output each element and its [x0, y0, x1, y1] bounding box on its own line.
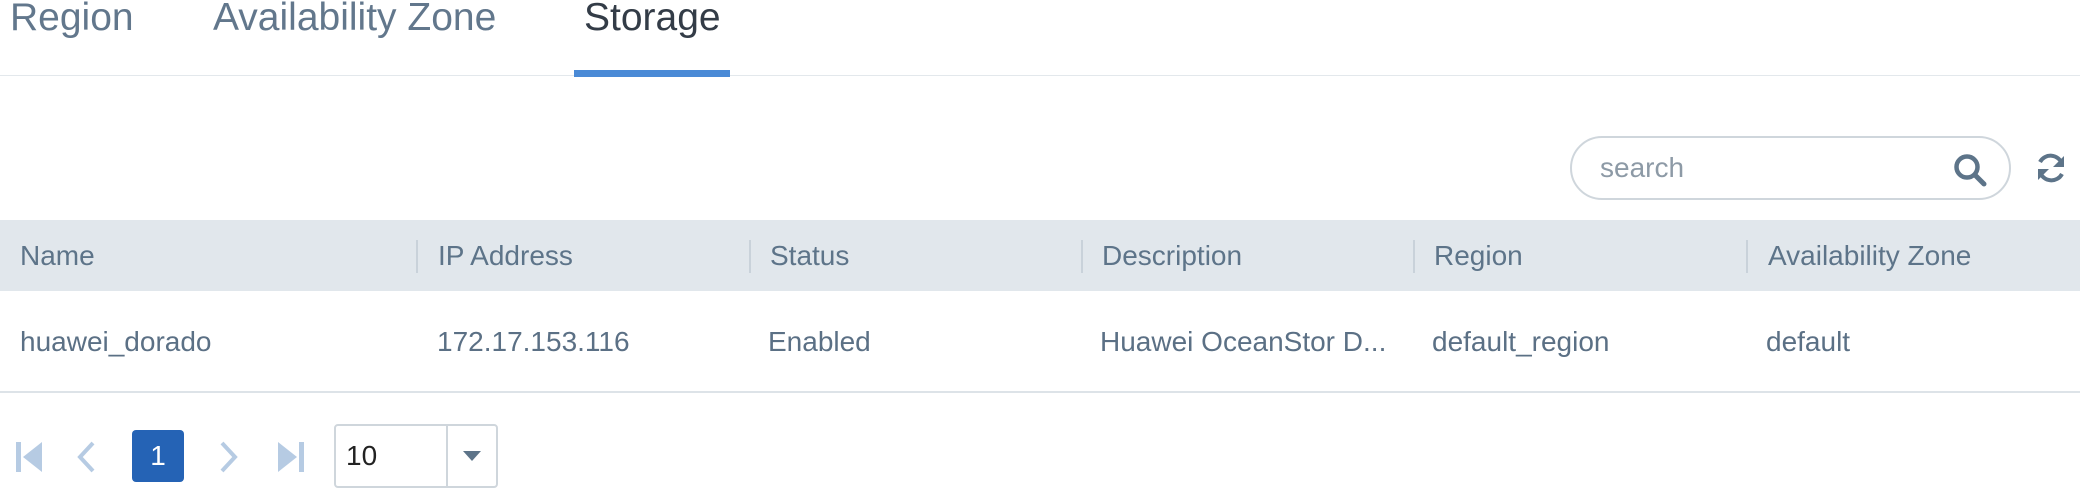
tab-label: Availability Zone: [213, 0, 497, 39]
refresh-icon[interactable]: [2034, 151, 2068, 185]
search-box: [1570, 136, 2011, 200]
select-divider: [446, 426, 448, 486]
search-icon[interactable]: [1952, 152, 1988, 188]
tab-label: Region: [10, 0, 134, 39]
active-tab-indicator: [574, 70, 730, 77]
column-header-ip-address[interactable]: IP Address: [438, 220, 573, 291]
table-row[interactable]: huawei_dorado 172.17.153.116 Enabled Hua…: [0, 291, 2080, 393]
tab-storage[interactable]: Storage: [574, 0, 730, 77]
last-page-icon[interactable]: [276, 440, 306, 474]
column-divider: [1746, 240, 1748, 273]
column-header-description[interactable]: Description: [1102, 220, 1242, 291]
column-divider: [749, 240, 751, 273]
tab-region[interactable]: Region: [10, 0, 140, 76]
column-header-region[interactable]: Region: [1434, 220, 1523, 291]
cell-availability-zone: default: [1766, 326, 1851, 357]
page-1-button[interactable]: 1: [132, 430, 184, 482]
caret-down-icon[interactable]: [460, 446, 484, 466]
column-header-availability-zone[interactable]: Availability Zone: [1768, 220, 1971, 291]
cell-status: Enabled: [768, 326, 871, 357]
prev-page-icon[interactable]: [72, 440, 102, 474]
next-page-icon[interactable]: [213, 440, 243, 474]
tab-label: Storage: [584, 0, 721, 39]
cell-region: default_region: [1432, 326, 1610, 357]
column-header-name[interactable]: Name: [20, 220, 95, 291]
first-page-icon[interactable]: [14, 440, 44, 474]
tab-bar: Region Availability Zone Storage: [0, 0, 2080, 77]
column-header-status[interactable]: Status: [770, 220, 849, 291]
tab-availability-zone[interactable]: Availability Zone: [213, 0, 513, 76]
search-input[interactable]: [1600, 146, 1930, 190]
cell-ip-address: 172.17.153.116: [437, 326, 630, 357]
column-divider: [1413, 240, 1415, 273]
table-header: Name IP Address Status Description Regio…: [0, 220, 2080, 291]
page-size-select[interactable]: 10: [334, 424, 498, 488]
cell-name: huawei_dorado: [20, 326, 212, 357]
cell-description: Huawei OceanStor D...: [1100, 326, 1387, 357]
page-size-value: 10: [346, 440, 378, 471]
column-divider: [1081, 240, 1083, 273]
column-divider: [416, 240, 418, 273]
